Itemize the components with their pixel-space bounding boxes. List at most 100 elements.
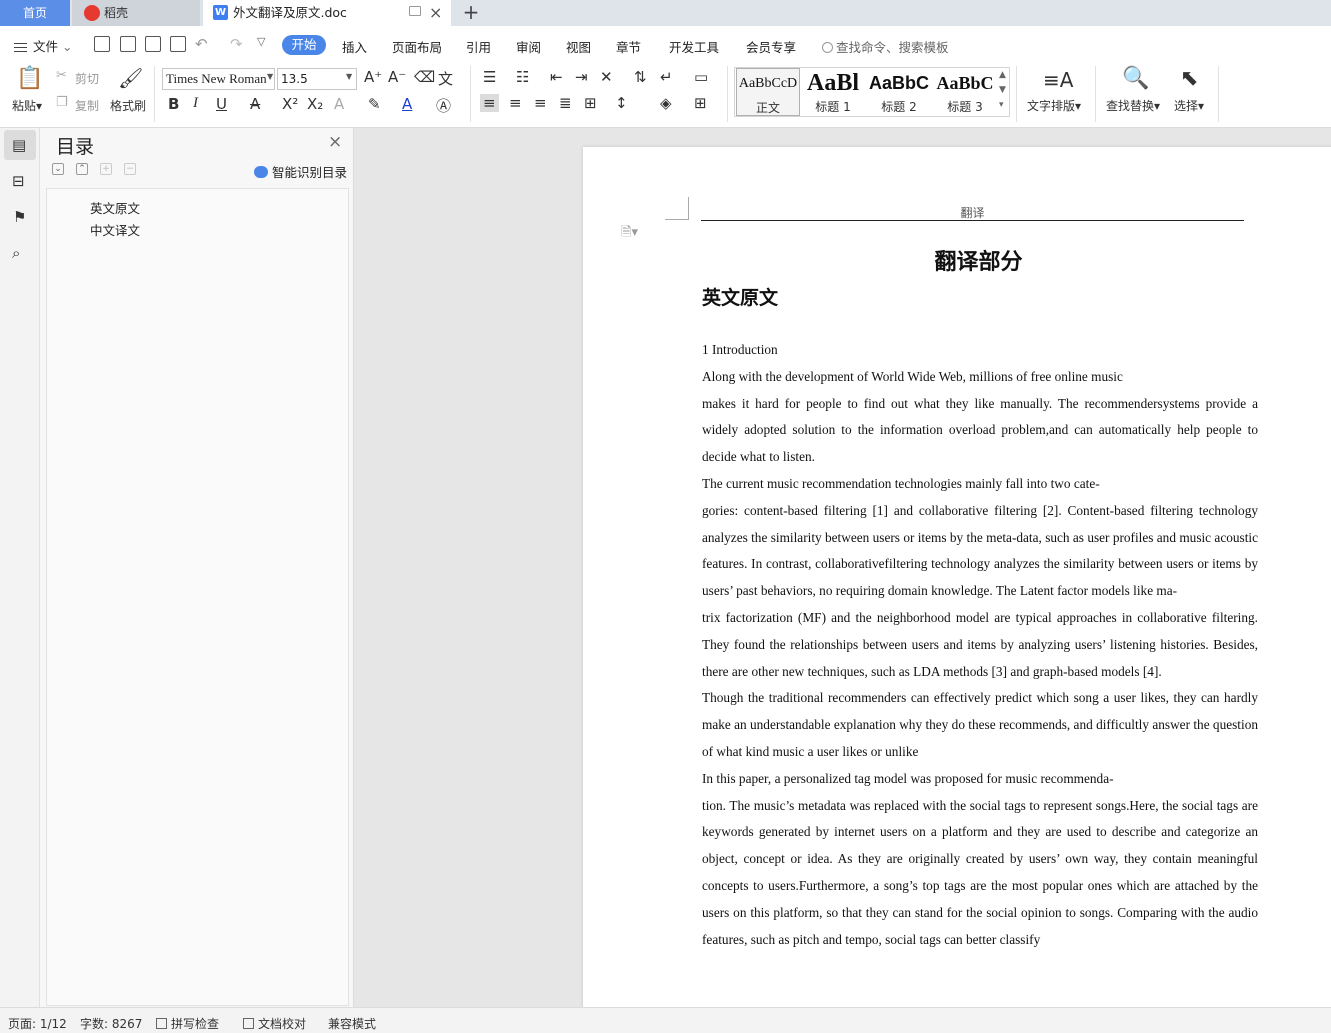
line-spacing-icon[interactable]: ↕ <box>615 94 628 112</box>
superscript-icon[interactable]: X² <box>282 95 298 113</box>
copy-icon[interactable]: ❐ <box>56 95 68 110</box>
tab-chapter[interactable]: 章节 <box>616 37 641 56</box>
text-layout-icon[interactable]: ≡A <box>1043 68 1073 92</box>
increase-indent-icon[interactable]: ⇥ <box>575 68 588 86</box>
sort-icon[interactable]: ⇅ <box>634 68 647 86</box>
paragraph[interactable]: The current music recommendation technol… <box>702 471 1258 498</box>
redo-icon[interactable]: ↷ <box>230 35 243 53</box>
chinese-layout-icon[interactable]: ✕ <box>600 68 613 86</box>
table-tools-icon[interactable]: ▭ <box>694 68 708 86</box>
collapse-all-icon[interactable]: ⌃ <box>76 163 88 175</box>
new-tab-button[interactable]: + <box>460 0 482 26</box>
highlight-icon[interactable]: ✎ <box>368 95 381 113</box>
close-tab-icon[interactable]: × <box>429 0 442 26</box>
undo-icon[interactable]: ↶ <box>195 35 208 53</box>
paste-button[interactable]: 粘贴▾ <box>12 97 42 114</box>
char-shading-icon[interactable]: Ⓐ <box>436 95 451 116</box>
tab-page-layout[interactable]: 页面布局 <box>392 37 442 56</box>
tab-insert[interactable]: 插入 <box>342 37 367 56</box>
print-icon[interactable] <box>145 36 161 52</box>
spell-check-toggle[interactable]: 拼写检查 <box>156 1015 219 1032</box>
bold-icon[interactable]: B <box>168 95 179 113</box>
page-header-text[interactable]: 翻译 <box>701 204 1244 221</box>
tab-daoke[interactable]: 稻壳 <box>72 0 200 26</box>
tab-membership[interactable]: 会员专享 <box>746 37 796 56</box>
document-page[interactable]: 🗎▾ 翻译 翻译部分 英文原文 1 Introduction Along wit… <box>583 147 1331 1007</box>
style-heading-1[interactable]: AaBl 标题 1 <box>801 68 865 116</box>
close-icon[interactable]: × <box>328 132 342 152</box>
tab-document[interactable]: W 外文翻译及原文.doc × <box>203 0 451 26</box>
subscript-icon[interactable]: X₂ <box>307 95 323 113</box>
style-normal[interactable]: AaBbCcD 正文 <box>736 68 800 116</box>
style-heading-2[interactable]: AaBbC 标题 2 <box>867 68 931 116</box>
justify-icon[interactable]: ≣ <box>559 94 572 112</box>
copy-button[interactable]: 复制 <box>75 97 99 114</box>
tab-developer[interactable]: 开发工具 <box>669 37 719 56</box>
increase-font-icon[interactable]: A⁺ <box>364 68 382 86</box>
paragraph[interactable]: Though the traditional recommenders can … <box>702 685 1258 765</box>
quick-access-more-icon[interactable]: ▽ <box>257 35 265 48</box>
italic-icon[interactable]: I <box>193 95 198 112</box>
clear-format-icon[interactable]: ⌫ <box>414 68 435 86</box>
smart-toc-button[interactable]: 智能识别目录 <box>254 162 347 181</box>
shading-icon[interactable]: ◈ <box>660 94 672 112</box>
select-cursor-icon[interactable]: ⬉ <box>1180 66 1198 91</box>
document-body[interactable]: 1 Introduction Along with the developmen… <box>702 337 1258 953</box>
window-mode-icon[interactable] <box>409 6 421 16</box>
font-size-select[interactable]: 13.5 <box>277 68 357 90</box>
font-size-dropdown-icon[interactable]: ▼ <box>346 72 352 81</box>
heading-english-original[interactable]: 英文原文 <box>702 283 778 310</box>
decrease-indent-icon[interactable]: ⇤ <box>550 68 563 86</box>
tab-references[interactable]: 引用 <box>466 37 491 56</box>
document-title[interactable]: 翻译部分 <box>701 244 1256 276</box>
tab-start[interactable]: 开始 <box>282 35 326 55</box>
tab-home[interactable]: 首页 <box>0 0 70 26</box>
underline-icon[interactable]: U <box>216 95 227 113</box>
export-pdf-icon[interactable] <box>120 36 136 52</box>
find-replace-icon[interactable]: 🔍 <box>1122 66 1149 91</box>
command-search[interactable]: 查找命令、搜索模板 <box>822 37 949 56</box>
text-layout-button[interactable]: 文字排版▾ <box>1027 97 1081 114</box>
align-center-icon[interactable]: ≡ <box>509 94 522 112</box>
file-menu[interactable]: 文件 ⌄ <box>14 36 72 55</box>
strikethrough-icon[interactable]: A <box>250 95 260 113</box>
paragraph[interactable]: In this paper, a personalized tag model … <box>702 766 1258 793</box>
font-color-icon[interactable]: A <box>402 95 412 113</box>
select-button[interactable]: 选择▾ <box>1174 97 1204 114</box>
decrease-font-icon[interactable]: A⁻ <box>388 68 406 86</box>
tab-view[interactable]: 视图 <box>566 37 591 56</box>
style-heading-3[interactable]: AaBbC 标题 3 <box>933 68 997 116</box>
paragraph[interactable]: makes it hard for people to find out wha… <box>702 391 1258 471</box>
font-name-dropdown-icon[interactable]: ▼ <box>267 72 273 81</box>
expand-all-icon[interactable]: ⌄ <box>52 163 64 175</box>
chapter-nav-icon[interactable]: ⊟ <box>12 172 25 190</box>
font-name-select[interactable]: Times New Roman <box>162 68 275 90</box>
text-effect-icon[interactable]: A <box>334 95 344 113</box>
phonetic-guide-icon[interactable]: 文 <box>438 68 453 89</box>
page-indicator[interactable]: 页面: 1/12 <box>8 1015 67 1032</box>
numbered-list-icon[interactable]: ☷ <box>516 68 529 86</box>
word-count[interactable]: 字数: 8267 <box>80 1015 142 1032</box>
bookmark-icon[interactable]: ⚑ <box>13 208 26 226</box>
tab-review[interactable]: 审阅 <box>516 37 541 56</box>
align-left-icon[interactable]: ≡ <box>480 94 499 112</box>
promote-level-icon[interactable]: + <box>100 163 112 175</box>
paragraph[interactable]: Along with the development of World Wide… <box>702 364 1258 391</box>
page-menu-icon[interactable]: 🗎▾ <box>621 223 638 245</box>
paragraph[interactable]: gories: content-based filtering [1] and … <box>702 498 1258 605</box>
cut-button[interactable]: 剪切 <box>75 70 99 87</box>
print-preview-icon[interactable] <box>170 36 186 52</box>
find-replace-button[interactable]: 查找替换▾ <box>1106 97 1160 114</box>
paragraph[interactable]: trix factorization (MF) and the neighbor… <box>702 605 1258 685</box>
toc-item[interactable]: 英文原文 <box>90 198 140 217</box>
format-painter-button[interactable]: 格式刷 <box>110 97 146 114</box>
paste-icon[interactable]: 📋 <box>16 66 43 91</box>
styles-scroll-up-icon[interactable]: ▲ <box>999 70 1006 80</box>
document-proofread-button[interactable]: 文档校对 <box>243 1015 306 1032</box>
distributed-icon[interactable]: ⊞ <box>584 94 597 112</box>
borders-icon[interactable]: ⊞ <box>694 94 707 112</box>
align-right-icon[interactable]: ≡ <box>534 94 547 112</box>
scissors-icon[interactable]: ✂ <box>56 68 67 83</box>
format-painter-icon[interactable]: 🖌 <box>118 66 143 90</box>
paragraph[interactable]: tion. The music’s metadata was replaced … <box>702 793 1258 954</box>
